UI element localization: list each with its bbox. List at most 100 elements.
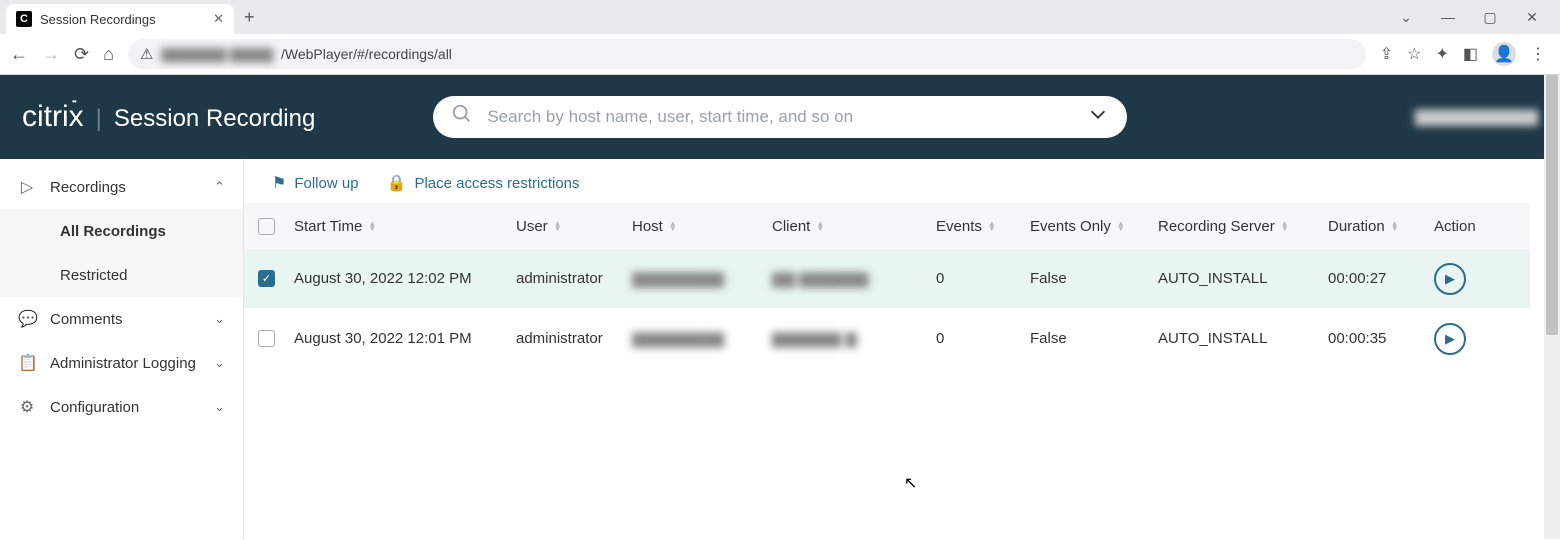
cell-events: 0 — [936, 270, 1030, 287]
kebab-menu-icon[interactable]: ⋮ — [1530, 44, 1546, 64]
button-label: Place access restrictions — [414, 175, 579, 192]
table-header-row: Start Time▲▼ User▲▼ Host▲▼ Client▲▼ Even… — [244, 203, 1530, 249]
brand-divider: | — [96, 105, 102, 133]
select-all-checkbox[interactable] — [258, 218, 275, 235]
table-row[interactable]: ✓ August 30, 2022 12:02 PM administrator… — [244, 249, 1530, 309]
cell-duration: 00:00:35 — [1328, 330, 1434, 347]
cell-client: ▇▇ ▇▇▇▇▇▇ — [772, 270, 936, 288]
minimize-icon[interactable]: — — [1434, 9, 1462, 26]
cell-events: 0 — [936, 330, 1030, 347]
url-obscured: ▇▇▇▇▇▇ ▇▇▇▇ — [161, 46, 273, 63]
row-checkbox[interactable]: ✓ — [258, 270, 275, 287]
sidebar-item-label: Comments — [50, 311, 200, 328]
close-tab-icon[interactable]: ✕ — [213, 11, 224, 27]
column-header-events[interactable]: Events▲▼ — [936, 218, 1030, 235]
brand-logo: citrix•• — [22, 100, 84, 134]
recordings-table: Start Time▲▼ User▲▼ Host▲▼ Client▲▼ Even… — [244, 203, 1530, 369]
sort-icon: ▲▼ — [816, 221, 824, 231]
sidebar-subgroup-recordings: All Recordings Restricted — [0, 209, 243, 297]
sidebar-item-admin-logging[interactable]: 📋 Administrator Logging ⌄ — [0, 341, 243, 385]
play-square-icon: ▷ — [18, 177, 36, 197]
cell-host: ▇▇▇▇▇▇▇▇ — [632, 270, 772, 288]
header-user[interactable]: ▇▇▇▇▇▇▇▇▇▇ — [1415, 107, 1538, 127]
sort-icon: ▲▼ — [988, 221, 996, 231]
column-header-host[interactable]: Host▲▼ — [632, 218, 772, 235]
sidebar: ▷ Recordings ⌃ All Recordings Restricted… — [0, 159, 244, 539]
search-icon — [451, 103, 473, 131]
app-header: citrix•• | Session Recording ▇▇▇▇▇▇▇▇▇▇ — [0, 75, 1560, 159]
sort-icon: ▲▼ — [1391, 221, 1399, 231]
extensions-icon[interactable]: ✦ — [1435, 44, 1448, 64]
sort-icon: ▲▼ — [554, 221, 562, 231]
address-bar-row: ← → ⟳ ⌂ ⚠ ▇▇▇▇▇▇ ▇▇▇▇ /WebPlayer/#/recor… — [0, 34, 1560, 74]
sidebar-item-configuration[interactable]: ⚙ Configuration ⌄ — [0, 385, 243, 429]
search-dropdown-icon[interactable] — [1087, 103, 1109, 131]
follow-up-button[interactable]: ⚑ Follow up — [272, 173, 359, 193]
sidebar-item-recordings[interactable]: ▷ Recordings ⌃ — [0, 165, 243, 209]
comment-icon: 💬 — [18, 309, 36, 329]
profile-avatar[interactable]: 👤 — [1492, 42, 1516, 66]
gear-icon: ⚙ — [18, 397, 36, 417]
play-button[interactable]: ▶ — [1434, 263, 1466, 295]
search-input[interactable] — [485, 106, 1075, 128]
column-header-client[interactable]: Client▲▼ — [772, 218, 936, 235]
chevron-down-icon: ⌄ — [214, 399, 225, 415]
sort-icon: ▲▼ — [669, 221, 677, 231]
bookmark-icon[interactable]: ☆ — [1407, 44, 1421, 64]
browser-chrome: C Session Recordings ✕ + ⌄ — ▢ ✕ ← → ⟳ ⌂… — [0, 0, 1560, 75]
cell-events-only: False — [1030, 330, 1158, 347]
cell-user: administrator — [516, 330, 632, 347]
cell-recording-server: AUTO_INSTALL — [1158, 270, 1328, 287]
address-actions: ⇪ ☆ ✦ ◧ 👤 ⋮ — [1380, 42, 1550, 66]
window-controls: ⌄ — ▢ ✕ — [1392, 9, 1554, 26]
maximize-icon[interactable]: ▢ — [1476, 9, 1504, 26]
sidebar-item-label: All Recordings — [60, 223, 166, 240]
sidebar-item-restricted[interactable]: Restricted — [0, 253, 243, 297]
share-icon[interactable]: ⇪ — [1380, 44, 1393, 64]
place-restrictions-button[interactable]: 🔒 Place access restrictions — [387, 173, 580, 193]
brand-product: Session Recording — [114, 105, 315, 133]
not-secure-icon: ⚠ — [140, 45, 153, 63]
address-bar[interactable]: ⚠ ▇▇▇▇▇▇ ▇▇▇▇ /WebPlayer/#/recordings/al… — [128, 39, 1366, 69]
search-bar[interactable] — [433, 96, 1127, 138]
toolbar: ⚑ Follow up 🔒 Place access restrictions — [244, 159, 1560, 203]
column-header-select[interactable] — [258, 218, 294, 235]
app-root: citrix•• | Session Recording ▇▇▇▇▇▇▇▇▇▇ … — [0, 75, 1560, 539]
sidepanel-icon[interactable]: ◧ — [1463, 44, 1478, 64]
scrollbar-thumb[interactable] — [1546, 159, 1558, 335]
favicon: C — [16, 11, 32, 27]
flag-icon: ⚑ — [272, 173, 286, 193]
reload-button[interactable]: ⟳ — [74, 44, 89, 65]
column-header-recording-server[interactable]: Recording Server▲▼ — [1158, 218, 1328, 235]
sidebar-item-label: Recordings — [50, 179, 200, 196]
cell-events-only: False — [1030, 270, 1158, 287]
column-header-duration[interactable]: Duration▲▼ — [1328, 218, 1434, 235]
browser-tab[interactable]: C Session Recordings ✕ — [6, 4, 234, 34]
cell-client: ▇▇▇▇▇▇ ▇ — [772, 330, 936, 348]
home-button[interactable]: ⌂ — [103, 44, 114, 65]
sidebar-item-label: Administrator Logging — [50, 355, 200, 372]
forward-button[interactable]: → — [42, 44, 60, 65]
tab-title: Session Recordings — [40, 12, 205, 27]
sort-icon: ▲▼ — [368, 221, 376, 231]
play-button[interactable]: ▶ — [1434, 323, 1466, 355]
close-window-icon[interactable]: ✕ — [1518, 9, 1546, 26]
app-body: ▷ Recordings ⌃ All Recordings Restricted… — [0, 159, 1560, 539]
sidebar-item-label: Configuration — [50, 399, 200, 416]
vertical-scrollbar[interactable] — [1544, 159, 1560, 539]
back-button[interactable]: ← — [10, 44, 28, 65]
sort-icon: ▲▼ — [1281, 221, 1289, 231]
sidebar-item-comments[interactable]: 💬 Comments ⌄ — [0, 297, 243, 341]
column-header-events-only[interactable]: Events Only▲▼ — [1030, 218, 1158, 235]
chevron-down-icon[interactable]: ⌄ — [1392, 9, 1420, 26]
new-tab-button[interactable]: + — [244, 7, 255, 28]
sidebar-item-all-recordings[interactable]: All Recordings — [0, 209, 243, 253]
chevron-down-icon: ⌄ — [214, 355, 225, 371]
url-visible: /WebPlayer/#/recordings/all — [281, 46, 452, 62]
row-checkbox[interactable] — [258, 330, 275, 347]
column-header-start-time[interactable]: Start Time▲▼ — [294, 218, 516, 235]
button-label: Follow up — [294, 175, 358, 192]
column-header-action: Action — [1434, 218, 1494, 235]
table-row[interactable]: August 30, 2022 12:01 PM administrator ▇… — [244, 309, 1530, 369]
column-header-user[interactable]: User▲▼ — [516, 218, 632, 235]
